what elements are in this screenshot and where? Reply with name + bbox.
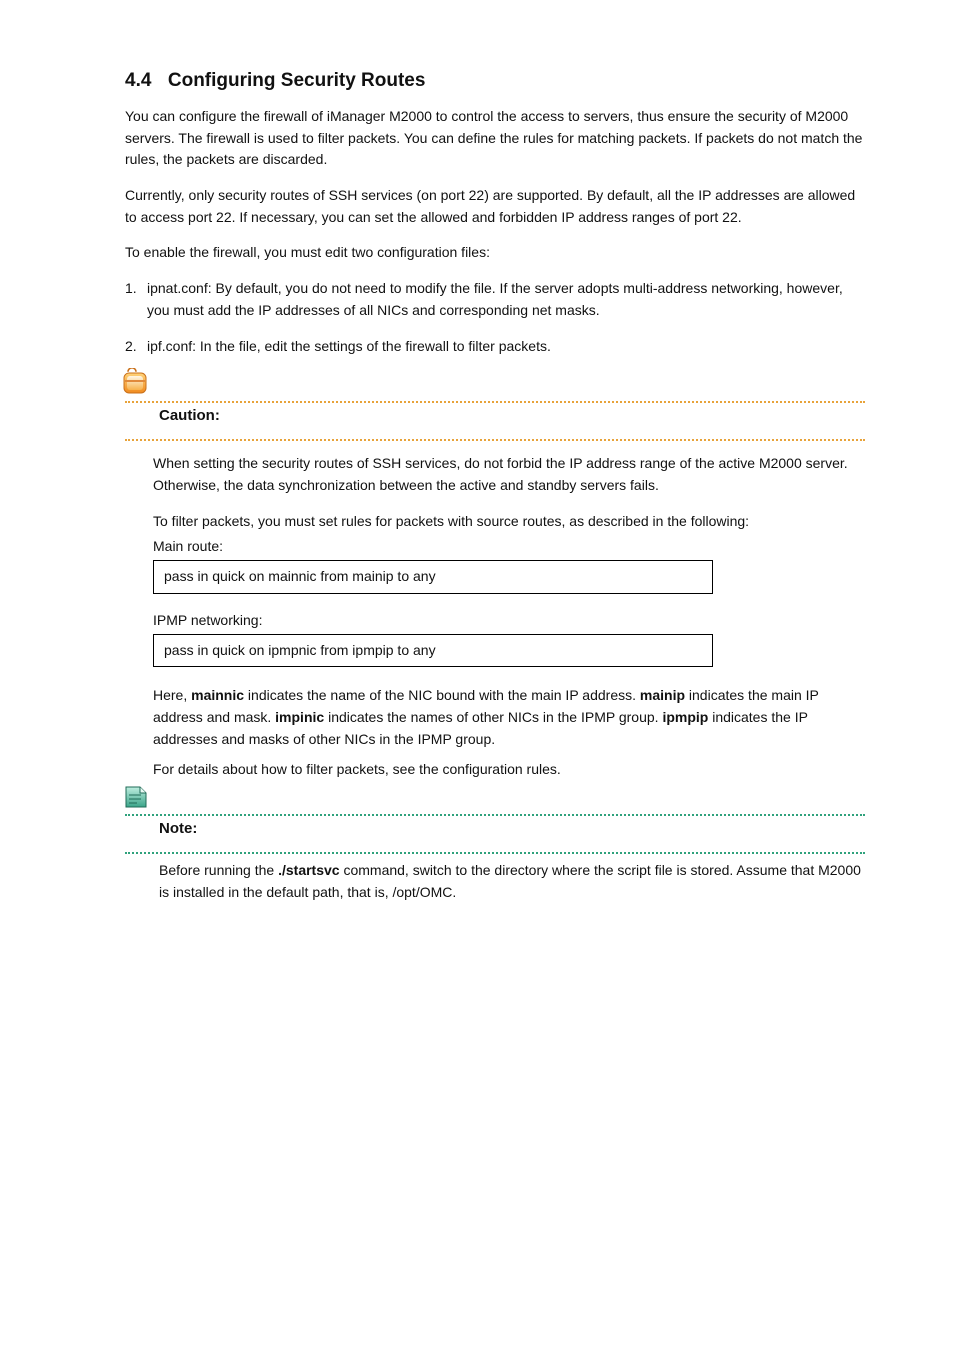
run: Before running the	[159, 862, 278, 878]
note-icon-row	[125, 784, 865, 814]
route2-box: pass in quick on ipmpnic from ipmpip to …	[153, 634, 713, 668]
run: indicates the names of other NICs in the…	[324, 709, 662, 725]
caution-icon	[121, 368, 151, 403]
run: Here,	[153, 687, 191, 703]
note-body: Before running the ./startsvc command, s…	[125, 854, 865, 903]
bold-mainip: mainip	[640, 687, 685, 703]
caution-after-heading: To filter packets, you must set rules fo…	[153, 511, 865, 533]
section-heading: 4.4 Configuring Security Routes	[125, 70, 865, 92]
file-item-1: 1. ipnat.conf: By default, you do not ne…	[125, 278, 865, 321]
note-label: Note:	[125, 816, 865, 852]
file-item-1-number: 1.	[125, 278, 147, 321]
intro-paragraph-3: To enable the firewall, you must edit tw…	[125, 242, 865, 264]
intro-paragraph-2: Currently, only security routes of SSH s…	[125, 185, 865, 228]
section-number: 4.4	[125, 70, 151, 91]
section-title: Configuring Security Routes	[168, 70, 426, 91]
bold-impinic: impinic	[275, 709, 324, 725]
bold-startsvc: /startsvc	[282, 862, 340, 878]
note-icon	[121, 781, 151, 816]
route1-box: pass in quick on mainnic from mainip to …	[153, 560, 713, 594]
caution-after-p1: Here, mainnic indicates the name of the …	[153, 685, 865, 750]
caution-icon-row	[125, 371, 865, 401]
route1-label: Main route:	[153, 538, 865, 554]
caution-body: When setting the security routes of SSH …	[125, 441, 865, 780]
intro-paragraph-1: You can configure the firewall of iManag…	[125, 106, 865, 171]
route2-label: IPMP networking:	[153, 612, 865, 628]
caution-label: Caution:	[125, 403, 865, 439]
bold-mainnic: mainnic	[191, 687, 244, 703]
note-block: Note: Before running the ./startsvc comm…	[125, 784, 865, 903]
caution-text: When setting the security routes of SSH …	[153, 453, 865, 496]
caution-after-p2: For details about how to filter packets,…	[153, 759, 865, 781]
bold-ipmpip: ipmpip	[662, 709, 708, 725]
caution-block: Caution: When setting the security route…	[125, 371, 865, 780]
file-item-1-text: ipnat.conf: By default, you do not need …	[147, 278, 865, 321]
file-item-2-text: ipf.conf: In the file, edit the settings…	[147, 336, 865, 358]
run: indicates the name of the NIC bound with…	[244, 687, 640, 703]
file-item-2: 2. ipf.conf: In the file, edit the setti…	[125, 336, 865, 358]
content-column: 4.4 Configuring Security Routes You can …	[125, 60, 865, 904]
page-root: 4.4 Configuring Security Routes You can …	[0, 0, 954, 1350]
file-item-2-number: 2.	[125, 336, 147, 358]
